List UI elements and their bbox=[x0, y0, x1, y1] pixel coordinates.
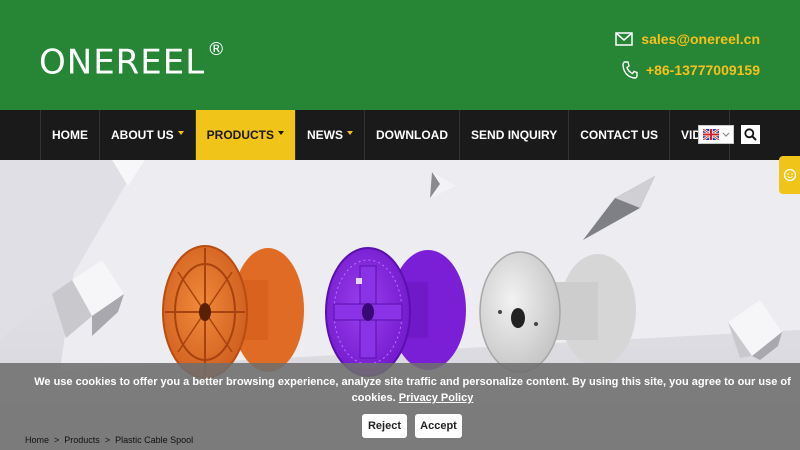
privacy-policy-link[interactable]: Privacy Policy bbox=[399, 392, 474, 404]
chat-smile-icon bbox=[783, 168, 796, 182]
nav-menu: HOME ABOUT US PRODUCTS NEWS DOWNLOAD SEN… bbox=[40, 110, 731, 160]
nav-item-products[interactable]: PRODUCTS bbox=[195, 110, 297, 160]
logo[interactable]: ONEREEL ® bbox=[39, 36, 226, 82]
nav-item-download[interactable]: DOWNLOAD bbox=[365, 110, 461, 160]
phone-icon bbox=[622, 61, 638, 79]
nav-item-contact-us[interactable]: CONTACT US bbox=[569, 110, 671, 160]
breadcrumb-current: Plastic Cable Spool bbox=[115, 435, 194, 445]
email-text: sales@onereel.cn bbox=[641, 31, 760, 47]
nav-item-label: ABOUT US bbox=[111, 128, 174, 142]
nav-item-about-us[interactable]: ABOUT US bbox=[100, 110, 196, 160]
breadcrumb-home[interactable]: Home bbox=[25, 435, 49, 445]
chat-widget-tab[interactable] bbox=[779, 156, 800, 194]
uk-flag-icon bbox=[702, 129, 719, 140]
breadcrumb-separator: > bbox=[54, 435, 60, 445]
breadcrumb-products[interactable]: Products bbox=[64, 435, 100, 445]
site-header: ONEREEL ® sales@onereel.cn +86-1377700915… bbox=[0, 0, 800, 110]
search-icon bbox=[744, 128, 757, 141]
nav-item-label: DOWNLOAD bbox=[376, 128, 449, 142]
email-contact[interactable]: sales@onereel.cn bbox=[615, 31, 760, 47]
breadcrumb-separator: > bbox=[104, 435, 111, 445]
nav-item-label: SEND INQUIRY bbox=[471, 128, 558, 142]
nav-item-home[interactable]: HOME bbox=[41, 110, 100, 160]
chevron-down-icon bbox=[722, 132, 729, 137]
caret-down-icon bbox=[278, 131, 285, 135]
logo-text: ONEREEL bbox=[39, 42, 206, 83]
phone-text: +86-13777009159 bbox=[645, 62, 760, 78]
search-button[interactable] bbox=[741, 125, 760, 144]
nav-item-label: NEWS bbox=[307, 128, 344, 142]
accept-button[interactable]: Accept bbox=[415, 414, 462, 438]
nav-item-send-inquiry[interactable]: SEND INQUIRY bbox=[460, 110, 570, 160]
caret-down-icon bbox=[177, 131, 184, 135]
nav-item-label: CONTACT US bbox=[580, 128, 659, 142]
nav-item-label: PRODUCTS bbox=[206, 128, 275, 142]
mail-icon bbox=[615, 32, 634, 46]
language-selector[interactable] bbox=[698, 125, 734, 144]
breadcrumb: Home > Products > Plastic Cable Spool bbox=[25, 435, 193, 445]
caret-down-icon bbox=[347, 131, 354, 135]
main-nav: HOME ABOUT US PRODUCTS NEWS DOWNLOAD SEN… bbox=[0, 110, 800, 160]
nav-item-news[interactable]: NEWS bbox=[296, 110, 366, 160]
reject-button[interactable]: Reject bbox=[362, 414, 407, 438]
registered-mark: ® bbox=[207, 39, 227, 60]
phone-contact[interactable]: +86-13777009159 bbox=[622, 61, 760, 79]
cookie-message: We use cookies to offer you a better bro… bbox=[0, 374, 800, 406]
nav-item-label: HOME bbox=[52, 128, 88, 142]
